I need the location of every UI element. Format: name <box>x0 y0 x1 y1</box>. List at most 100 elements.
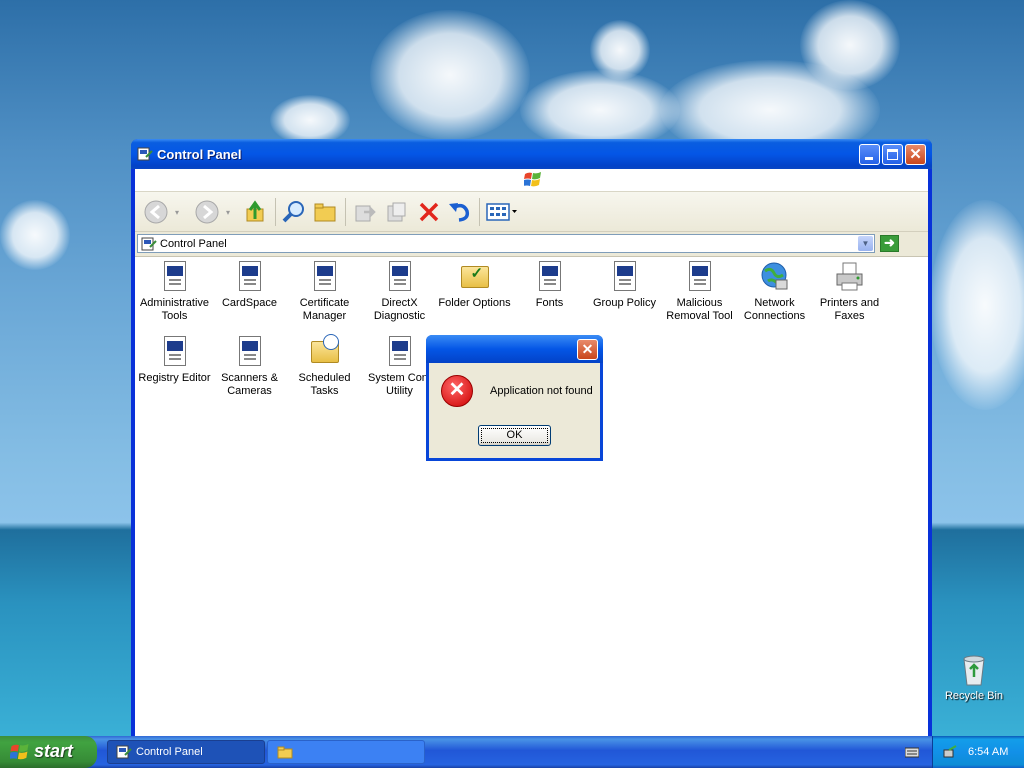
printer-icon <box>834 261 866 293</box>
cloud <box>270 95 350 145</box>
clock[interactable]: 6:54 AM <box>968 746 1008 758</box>
views-icon <box>486 203 517 221</box>
applet-icon <box>609 261 641 293</box>
dialog-titlebar[interactable]: ✕ <box>426 335 603 363</box>
control-panel-icon <box>116 744 132 763</box>
up-folder-button[interactable] <box>243 199 269 225</box>
taskbar-button-control-panel[interactable]: Control Panel <box>107 740 265 764</box>
taskbar-button-folder[interactable] <box>267 740 425 764</box>
tray-network-icon[interactable] <box>943 744 959 763</box>
cp-item-certificate-manager[interactable]: Certificate Manager <box>287 261 362 323</box>
go-button[interactable]: ➜ <box>880 235 899 252</box>
brand-bar <box>135 169 928 192</box>
taskbar-button-label: Control Panel <box>136 746 203 758</box>
cp-item-administrative-tools[interactable]: Administrative Tools <box>137 261 212 323</box>
cp-item-label: Printers and Faxes <box>819 297 880 322</box>
dialog-close-button[interactable]: ✕ <box>577 339 598 360</box>
cp-item-label: Scanners & Cameras <box>221 372 278 397</box>
cp-item-label: Fonts <box>535 297 564 309</box>
folder-icon <box>277 745 293 762</box>
cp-item-scheduled-tasks[interactable]: Scheduled Tasks <box>287 334 362 398</box>
up-folder-icon <box>246 200 264 222</box>
cp-item-network-connections[interactable]: Network Connections <box>737 261 812 323</box>
address-bar: Control Panel ▼ ➜ <box>135 232 928 257</box>
address-dropdown-button[interactable]: ▼ <box>858 236 873 251</box>
cp-item-group-policy[interactable]: Group Policy <box>587 261 662 310</box>
maximize-button[interactable] <box>882 144 903 165</box>
applet-icon <box>384 336 416 368</box>
forward-button[interactable] <box>194 199 220 225</box>
folder-options-icon: ✓ <box>459 261 491 293</box>
address-field[interactable]: Control Panel ▼ <box>137 234 875 253</box>
recycle-bin-icon <box>960 655 988 687</box>
cp-item-label: Malicious Removal Tool <box>666 297 733 322</box>
views-button[interactable] <box>485 199 519 225</box>
search-button[interactable] <box>281 199 307 225</box>
applet-icon <box>684 261 716 293</box>
address-text: Control Panel <box>160 238 227 250</box>
applet-icon <box>384 261 416 293</box>
close-icon: ✕ <box>909 146 922 163</box>
cp-item-label: Certificate Manager <box>299 297 350 322</box>
toolbar-separator <box>479 198 480 226</box>
applet-icon <box>234 336 266 368</box>
cp-item-registry-editor[interactable]: Registry Editor <box>137 336 212 385</box>
toolbar: ▾ ▾ <box>135 192 928 232</box>
windows-logo-icon <box>9 743 30 761</box>
cloud <box>520 70 680 150</box>
applet-icon <box>309 261 341 293</box>
desktop-icon-label: Recycle Bin <box>944 690 1004 702</box>
applet-icon <box>159 336 191 368</box>
go-arrow-icon: ➜ <box>884 235 895 250</box>
cp-item-printers-and-faxes[interactable]: Printers and Faxes <box>812 261 887 323</box>
close-button[interactable]: ✕ <box>905 144 926 165</box>
error-icon: ✕ <box>441 375 473 407</box>
scheduled-tasks-icon <box>309 334 341 368</box>
cp-item-label: Scheduled Tasks <box>298 372 351 397</box>
minimize-button[interactable] <box>859 144 880 165</box>
windows-logo-icon <box>523 171 542 191</box>
move-to-button[interactable] <box>352 199 378 225</box>
chevron-down-icon: ▼ <box>861 239 870 248</box>
folders-icon <box>314 203 336 222</box>
cp-item-label: Administrative Tools <box>139 297 210 322</box>
search-icon <box>282 201 304 223</box>
chevron-down-icon[interactable]: ▾ <box>226 208 230 217</box>
cloud <box>800 0 900 90</box>
cp-item-label: System Conf Utility <box>368 372 431 397</box>
cp-item-cardspace[interactable]: CardSpace <box>212 261 287 310</box>
undo-button[interactable] <box>447 199 473 225</box>
cp-item-label: Group Policy <box>593 297 656 309</box>
control-panel-items: Administrative Tools CardSpace Certifica… <box>135 257 928 737</box>
keyboard-icon[interactable] <box>904 746 920 761</box>
applet-icon <box>234 261 266 293</box>
ok-button[interactable]: OK <box>478 425 551 446</box>
cp-item-label: Folder Options <box>438 297 511 309</box>
cp-item-folder-options[interactable]: ✓ Folder Options <box>437 261 512 310</box>
dialog-message: Application not found <box>490 385 593 397</box>
minimize-icon <box>865 157 873 160</box>
desktop-icon-recycle-bin[interactable]: Recycle Bin <box>942 655 1006 702</box>
maximize-icon <box>887 149 898 160</box>
delete-button[interactable] <box>416 199 442 225</box>
cp-item-malicious-removal-tool[interactable]: Malicious Removal Tool <box>662 261 737 323</box>
dialog-body: ✕ Application not found OK <box>429 363 600 458</box>
back-arrow-icon <box>144 200 168 224</box>
move-to-icon <box>355 205 376 222</box>
network-globe-icon <box>759 261 791 293</box>
back-button[interactable] <box>143 199 169 225</box>
cp-item-directx-diagnostic[interactable]: DirectX Diagnostic <box>362 261 437 323</box>
cp-item-fonts[interactable]: Fonts <box>512 261 587 310</box>
copy-to-button[interactable] <box>384 199 410 225</box>
folders-button[interactable] <box>312 199 338 225</box>
start-button[interactable]: start <box>0 736 97 768</box>
window-title: Control Panel <box>157 147 242 162</box>
cp-item-label: Registry Editor <box>138 372 211 384</box>
chevron-down-icon[interactable]: ▾ <box>175 208 179 217</box>
taskbar: start Control Panel 6:54 AM <box>0 736 1024 768</box>
toolbar-separator <box>345 198 346 226</box>
error-dialog: ✕ ✕ Application not found OK <box>426 335 603 461</box>
cloud <box>590 20 650 80</box>
cp-item-scanners-and-cameras[interactable]: Scanners & Cameras <box>212 336 287 398</box>
window-titlebar[interactable]: Control Panel ✕ <box>131 139 932 169</box>
